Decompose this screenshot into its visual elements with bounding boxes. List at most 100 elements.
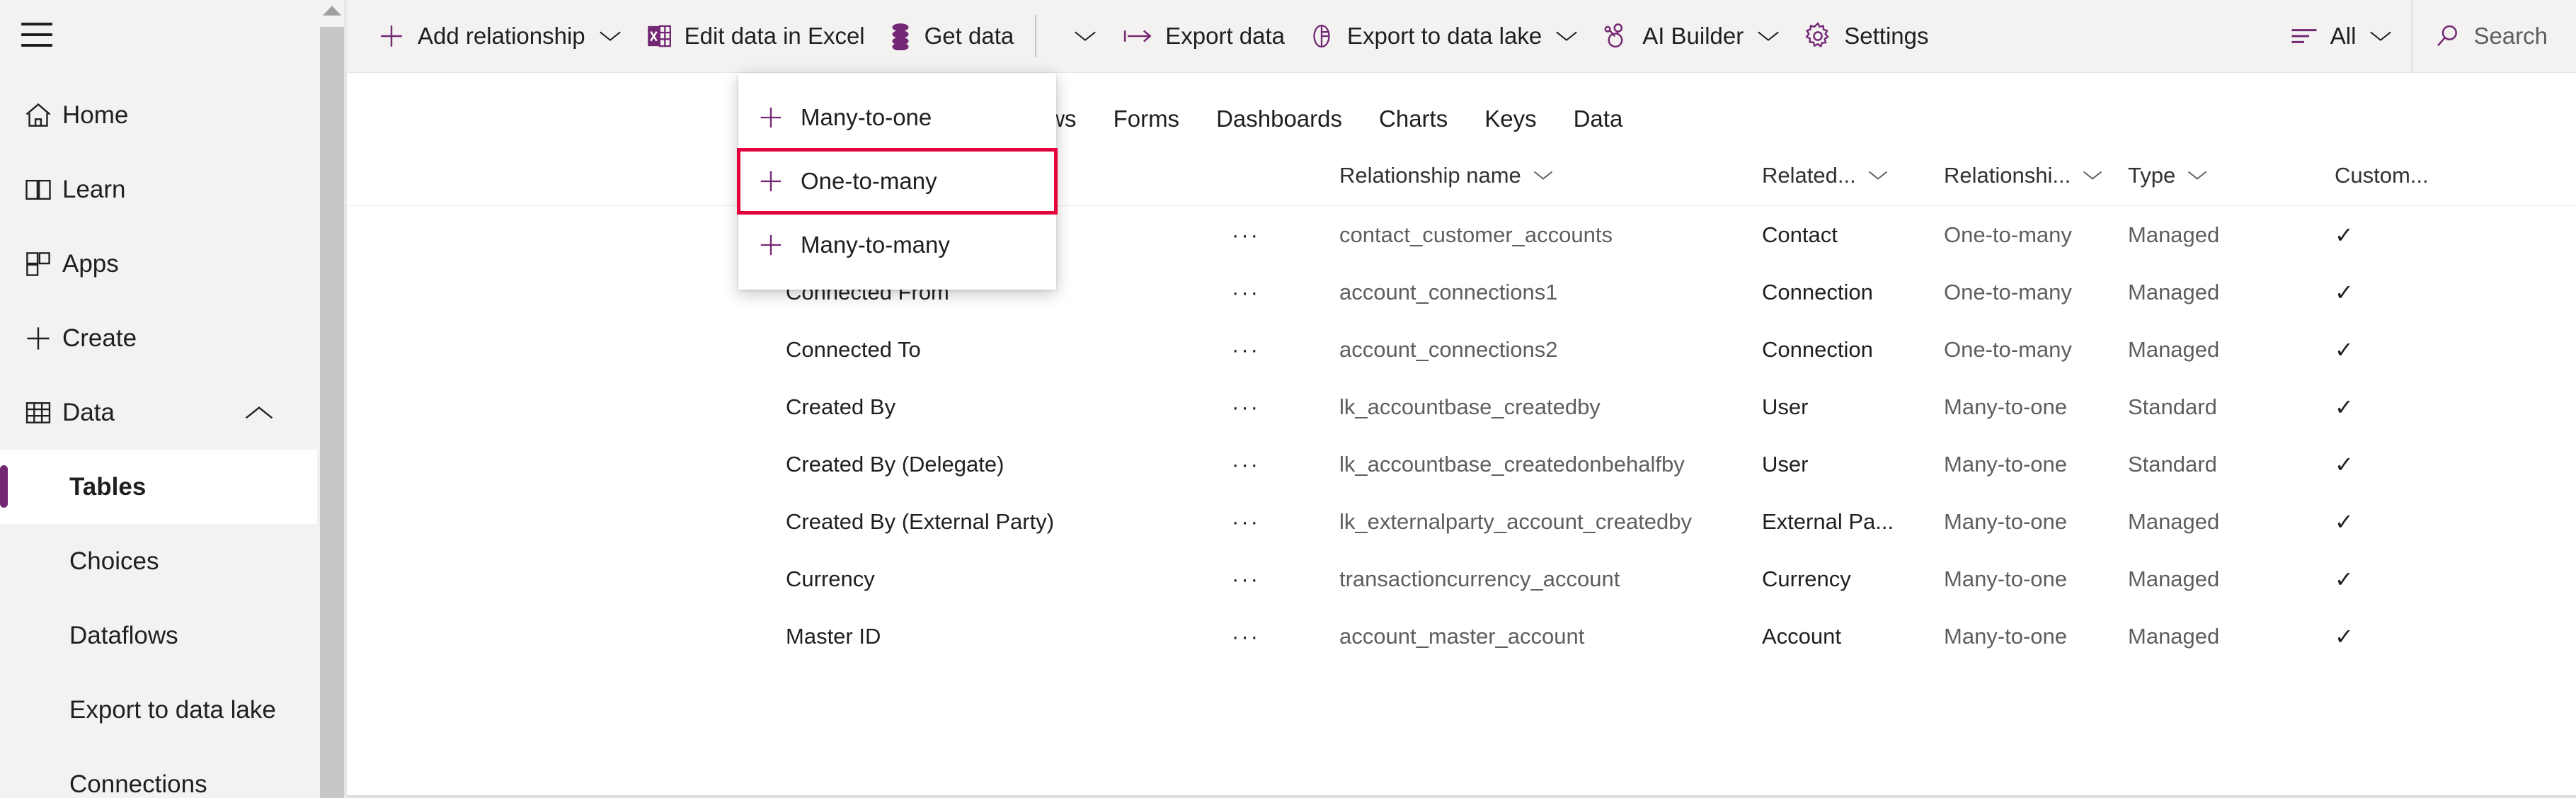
cell-custom-checkmark: ✓ (2335, 451, 2354, 477)
table-row[interactable]: Created By (External Party) ··· lk_exter… (347, 493, 2576, 550)
row-actions-icon[interactable]: ··· (1232, 566, 1339, 592)
export-to-data-lake-button[interactable]: Export to data lake (1296, 8, 1590, 64)
tab-label: Keys (1484, 106, 1537, 132)
tab-label: Forms (1113, 106, 1180, 132)
cell-relationship-type: Many-to-one (1944, 451, 2068, 477)
chevron-down-icon[interactable] (598, 28, 622, 44)
table-row[interactable]: Company Name ··· contact_customer_accoun… (347, 206, 2576, 263)
sidebar-item-dataflows[interactable]: Dataflows (0, 598, 319, 673)
hamburger-menu-icon[interactable] (21, 23, 52, 47)
ai-builder-button[interactable]: AI Builder (1590, 8, 1792, 64)
main-content: Add relationship Edit data in Excel Get … (347, 0, 2576, 798)
row-actions-icon[interactable]: ··· (1232, 509, 1339, 535)
sidebar-item-export-to-data-lake[interactable]: Export to data lake (0, 673, 319, 747)
sidebar-scrollbar[interactable] (317, 0, 347, 798)
table-row[interactable]: Connected From ··· account_connections1 … (347, 263, 2576, 321)
table-row[interactable]: Created By (Delegate) ··· lk_accountbase… (347, 435, 2576, 493)
cell-display-name: Master ID (786, 623, 881, 649)
plus-icon (377, 21, 406, 51)
menu-item-many-to-many[interactable]: Many-to-many (738, 213, 1056, 277)
cell-type: Managed (2128, 222, 2220, 247)
sidebar-item-learn[interactable]: Learn (0, 152, 319, 227)
table-row[interactable]: Created By ··· lk_accountbase_createdby … (347, 378, 2576, 435)
sidebar-item-connections[interactable]: Connections (0, 747, 319, 798)
sidebar-item-label: Choices (69, 547, 159, 575)
column-header-custom[interactable]: Custom... (2335, 163, 2476, 188)
sidebar-item-label: Export to data lake (69, 696, 276, 724)
search-input[interactable]: Search (2412, 8, 2576, 64)
sidebar-item-tables[interactable]: Tables (0, 450, 319, 524)
column-header-related[interactable]: Related... (1762, 163, 1944, 188)
plus-icon (757, 167, 801, 195)
tab-keys[interactable]: Keys (1466, 106, 1555, 145)
row-actions-icon[interactable]: ··· (1232, 280, 1339, 305)
ai-builder-label: AI Builder (1642, 23, 1744, 49)
export-data-button[interactable]: Export data (1111, 8, 1296, 64)
scroll-up-arrow-icon[interactable] (323, 6, 341, 16)
add-relationship-button[interactable]: Add relationship (365, 8, 634, 64)
column-header-label: Relationship name (1339, 162, 1521, 188)
table-row[interactable]: Master ID ··· account_master_account Acc… (347, 608, 2576, 665)
cell-relationship-type: Many-to-one (1944, 566, 2068, 591)
table-icon (23, 396, 62, 430)
row-actions-icon[interactable]: ··· (1232, 452, 1339, 477)
row-actions-icon[interactable]: ··· (1232, 624, 1339, 649)
menu-item-label: One-to-many (801, 168, 937, 194)
chevron-down-icon[interactable] (1756, 28, 1780, 44)
chevron-down-icon[interactable] (2187, 169, 2208, 182)
tab-dashboards[interactable]: Dashboards (1198, 106, 1361, 145)
tab-charts[interactable]: Charts (1361, 106, 1466, 145)
table-row[interactable]: Connected To ··· account_connections2 Co… (347, 321, 2576, 378)
chevron-down-icon[interactable] (2369, 28, 2393, 44)
row-actions-icon[interactable]: ··· (1232, 394, 1339, 420)
cell-relationship-type: One-to-many (1944, 279, 2072, 304)
cell-relationship-name: lk_accountbase_createdonbehalfby (1339, 451, 1685, 477)
cell-type: Managed (2128, 623, 2220, 649)
cell-type: Managed (2128, 566, 2220, 591)
edit-data-in-excel-button[interactable]: Edit data in Excel (634, 8, 876, 64)
sidebar-item-apps[interactable]: Apps (0, 227, 319, 301)
row-actions-icon[interactable]: ··· (1232, 337, 1339, 363)
entity-tabs: ps Business rules Views Forms Dashboards… (347, 73, 2576, 145)
column-header-type[interactable]: Type (2128, 163, 2335, 188)
tab-forms[interactable]: Forms (1095, 106, 1198, 145)
chevron-down-icon[interactable] (1867, 169, 1889, 182)
cell-type: Standard (2128, 394, 2217, 419)
cell-custom-checkmark: ✓ (2335, 336, 2354, 363)
chevron-up-icon[interactable] (244, 403, 275, 423)
cell-display-name: Connected To (786, 336, 921, 362)
filter-all-label: All (2330, 23, 2357, 49)
settings-button[interactable]: Settings (1792, 8, 1940, 64)
cell-relationship-type: Many-to-one (1944, 394, 2068, 419)
row-actions-icon[interactable]: ··· (1232, 222, 1339, 248)
sidebar-item-data[interactable]: Data (0, 375, 319, 450)
chevron-down-icon[interactable] (2082, 169, 2103, 182)
cell-type: Standard (2128, 451, 2217, 477)
sidebar-item-create[interactable]: Create (0, 301, 319, 375)
edit-data-in-excel-label: Edit data in Excel (684, 23, 865, 49)
get-data-button[interactable]: Get data (876, 8, 1026, 64)
column-header-relationship-type[interactable]: Relationshi... (1944, 163, 2128, 188)
sidebar-item-home[interactable]: Home (0, 78, 319, 152)
scrollbar-thumb[interactable] (320, 27, 344, 798)
chevron-down-icon[interactable] (1555, 28, 1579, 44)
chevron-down-icon[interactable] (1533, 169, 1554, 182)
cell-display-name: Created By (Delegate) (786, 451, 1004, 477)
tab-label: Dashboards (1216, 106, 1343, 132)
chevron-down-icon (1073, 28, 1097, 44)
sidebar-item-choices[interactable]: Choices (0, 524, 319, 598)
column-header-label: Relationshi... (1944, 162, 2071, 188)
menu-item-many-to-one[interactable]: Many-to-one (738, 86, 1056, 149)
overflow-chevron-button[interactable] (1046, 8, 1111, 64)
book-icon (23, 173, 62, 207)
filter-all-button[interactable]: All (2278, 8, 2405, 64)
apps-grid-icon (23, 247, 62, 281)
table-row[interactable]: Currency ··· transactioncurrency_account… (347, 550, 2576, 608)
cell-relationship-name: contact_customer_accounts (1339, 222, 1613, 247)
menu-item-one-to-many[interactable]: One-to-many (737, 148, 1058, 215)
sidebar-item-label: Learn (62, 176, 126, 203)
tab-label: Data (1573, 106, 1623, 132)
export-data-label: Export data (1165, 23, 1286, 49)
tab-data[interactable]: Data (1555, 106, 1642, 145)
column-header-relationship-name[interactable]: Relationship name (1339, 163, 1762, 188)
